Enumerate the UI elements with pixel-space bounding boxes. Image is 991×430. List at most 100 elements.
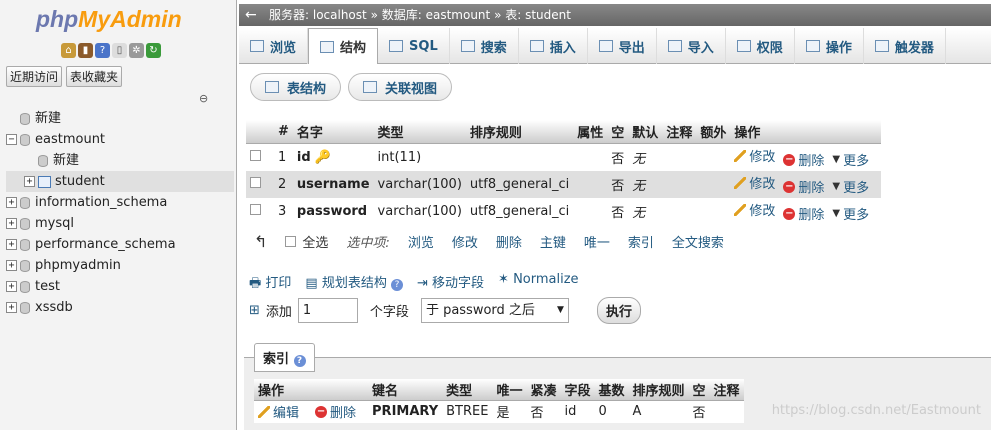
export-icon — [598, 40, 613, 52]
tab-structure[interactable]: 结构 — [308, 28, 379, 64]
bulk-primary[interactable]: 主键 — [540, 232, 566, 251]
tree-node-xx[interactable]: 新建 — [6, 108, 234, 129]
expand-icon[interactable]: + — [6, 302, 17, 313]
expand-icon[interactable]: + — [24, 176, 35, 187]
column-count-input[interactable]: 1 — [297, 298, 358, 323]
tab-operations[interactable]: 操作 — [795, 28, 864, 64]
relation-view-button[interactable]: 关联视图 — [348, 73, 453, 101]
tab-privileges[interactable]: 权限 — [726, 28, 795, 64]
new-icon — [38, 154, 48, 167]
database-icon — [20, 196, 30, 209]
favorites-tab[interactable]: 表收藏夹 — [66, 66, 123, 87]
settings-icon[interactable]: ✲ — [129, 43, 144, 58]
tree-node-student[interactable]: + student — [6, 171, 234, 192]
sql-icon — [389, 40, 404, 52]
bulk-browse[interactable]: 浏览 — [408, 232, 434, 251]
table-structure-button[interactable]: 表结构 — [250, 73, 342, 101]
index-edit[interactable]: 编辑 — [254, 400, 312, 423]
docs-icon[interactable]: ▯ — [112, 43, 127, 58]
tree-node-xx[interactable]: 新建 — [6, 150, 234, 171]
tree-node-performance_schema[interactable]: + performance_schema — [6, 234, 234, 255]
more-link[interactable]: ▼ 更多 — [832, 204, 869, 223]
index-header: 唯一 — [492, 379, 527, 401]
delete-link[interactable]: − 删除 — [783, 204, 824, 223]
bulk-edit[interactable]: 修改 — [452, 232, 478, 251]
back-arrow-icon[interactable]: ← — [245, 4, 257, 26]
link-icon[interactable]: ⊖ — [199, 92, 208, 105]
check-all[interactable]: 全选 — [285, 232, 328, 251]
index-legend: 索引 ? — [254, 343, 315, 372]
tab-sql[interactable]: SQL — [378, 28, 450, 64]
expand-icon[interactable]: + — [6, 197, 17, 208]
tab-import[interactable]: 导入 — [657, 28, 726, 64]
tab-triggers[interactable]: 触发器 — [864, 28, 946, 64]
tab-search[interactable]: 搜索 — [450, 28, 519, 64]
expand-icon[interactable]: + — [6, 260, 17, 271]
triangle-down-icon: ▼ — [832, 207, 841, 219]
key-icon: 🔑 — [314, 150, 331, 165]
plan-link[interactable]: ▤ 规划表结构 ? — [305, 272, 403, 296]
tree-node-test[interactable]: + test — [6, 276, 234, 297]
index-table: 操作 键名 类型 唯一 紧凑 字段 基数 排序规则空注释 编辑 − 删除 PRIMARY BTR… — [254, 379, 744, 423]
delete-link[interactable]: − 删除 — [783, 177, 824, 196]
browse-icon — [250, 40, 264, 52]
bulk-unique[interactable]: 唯一 — [584, 232, 610, 251]
insert-icon — [529, 40, 544, 52]
row-checkbox[interactable] — [250, 150, 261, 161]
column-header: 注释 — [662, 120, 697, 144]
position-select[interactable]: 于 password 之后 ▼ — [420, 298, 569, 323]
tab-browse[interactable]: 浏览 — [239, 28, 309, 64]
edit-link[interactable]: 修改 — [734, 173, 775, 192]
index-delete[interactable]: − 删除 — [311, 400, 369, 423]
bulk-fulltext[interactable]: 全文搜索 — [672, 232, 724, 251]
index-row: 编辑 − 删除 PRIMARY BTREE 是 否 id 0 A 否 — [254, 400, 744, 423]
navigation-panel: phpMyAdmin ⌂ ▮ ? ▯ ✲ ↻ 近期访问 表收藏夹 ⊖ 新建 − ea… — [0, 0, 237, 430]
tree-node-information_schema[interactable]: + information_schema — [6, 192, 234, 213]
database-icon — [20, 238, 30, 251]
execute-button[interactable]: 执行 — [596, 297, 641, 324]
row-checkbox[interactable] — [250, 204, 261, 215]
expand-icon[interactable]: − — [6, 134, 17, 145]
nav-icons: ⌂ ▮ ? ▯ ✲ ↻ — [61, 43, 161, 58]
more-link[interactable]: ▼ 更多 — [832, 177, 869, 196]
table-actions: 🖶 打印 ▤ 规划表结构 ? ⇥ 移动字段 ✶ Normalize — [249, 272, 579, 296]
tree-node-phpmyadmin[interactable]: + phpmyadmin — [6, 255, 234, 276]
edit-link[interactable]: 修改 — [734, 200, 775, 219]
more-link[interactable]: ▼ 更多 — [832, 150, 869, 169]
logout-icon[interactable]: ▮ — [78, 43, 93, 58]
privileges-icon — [736, 40, 751, 52]
help-icon[interactable]: ? — [95, 43, 110, 58]
breadcrumb-server[interactable]: 服务器: localhost — [269, 8, 367, 22]
edit-link[interactable]: 修改 — [734, 146, 775, 165]
phpmyadmin-logo[interactable]: phpMyAdmin — [36, 6, 182, 33]
index-header: 紧凑 — [526, 379, 561, 401]
reload-icon[interactable]: ↻ — [146, 43, 161, 58]
breadcrumb-db[interactable]: 数据库: eastmount — [382, 8, 491, 22]
main-tabs: 浏览 结构 SQL 搜索 插入 导出 导入 权限 操作 触发器 — [239, 28, 991, 64]
tab-export[interactable]: 导出 — [588, 28, 657, 64]
bulk-index[interactable]: 索引 — [628, 232, 654, 251]
expand-icon[interactable]: + — [6, 281, 17, 292]
column-header: 类型 — [373, 120, 466, 144]
normalize-link[interactable]: ✶ Normalize — [498, 272, 579, 296]
recent-tab[interactable]: 近期访问 — [6, 66, 63, 87]
pencil-icon — [734, 149, 747, 162]
expand-icon[interactable]: + — [6, 239, 17, 250]
tree-node-xssdb[interactable]: + xssdb — [6, 297, 234, 318]
tree-node-mysql[interactable]: + mysql — [6, 213, 234, 234]
expand-icon[interactable]: + — [6, 218, 17, 229]
tab-insert[interactable]: 插入 — [519, 28, 588, 64]
home-icon[interactable]: ⌂ — [61, 43, 76, 58]
delete-icon: − — [783, 180, 796, 193]
delete-link[interactable]: − 删除 — [783, 150, 824, 169]
breadcrumb-table[interactable]: 表: student — [505, 8, 571, 22]
row-checkbox[interactable] — [250, 177, 261, 188]
move-columns-link[interactable]: ⇥ 移动字段 — [417, 272, 484, 296]
bulk-delete[interactable]: 删除 — [496, 232, 522, 251]
table-row: 3 password varchar(100) utf8_general_ci 否无修改… — [246, 198, 881, 225]
tree-node-eastmount[interactable]: − eastmount — [6, 129, 234, 150]
arrow-up-icon: ↰ — [254, 232, 268, 251]
triangle-down-icon: ▼ — [832, 153, 841, 165]
print-link[interactable]: 🖶 打印 — [249, 272, 291, 296]
pencil-icon — [734, 176, 747, 189]
